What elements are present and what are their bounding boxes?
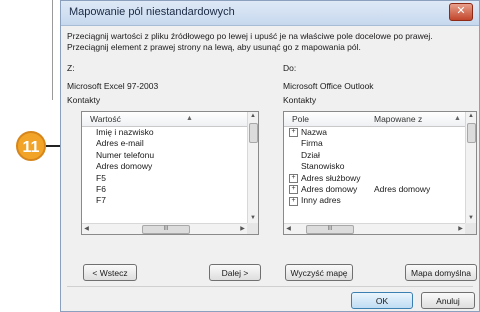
step-callout-badge: 11 [16,131,46,161]
source-list-item[interactable]: Adres e-mail [82,138,247,149]
target-field-name: Nazwa [301,127,327,137]
value-column-header[interactable]: Wartość [90,114,121,124]
target-list-item[interactable]: + Inny adres [284,195,465,206]
target-folder: Kontakty [283,95,317,105]
next-button[interactable]: Dalej > [209,264,261,281]
scroll-left-arrow-icon[interactable]: ◀ [82,224,91,234]
source-list-header: Wartość ▲ [82,112,258,127]
custom-field-mapping-dialog: Mapowanie pól niestandardowych ✕ Przecią… [60,0,480,312]
target-field-name: Stanowisko [301,161,345,172]
background-window-edge [0,0,53,100]
target-list-item[interactable]: + Nazwa [284,127,465,138]
horizontal-scroll-thumb[interactable]: III [142,225,190,234]
scroll-down-arrow-icon[interactable]: ▼ [466,214,476,223]
close-button[interactable]: ✕ [449,3,473,21]
footer-divider [67,286,473,287]
mapped-from-value: Adres domowy [374,183,431,194]
scroll-corner [247,223,258,234]
target-field-cell: + Adres służbowy [289,173,361,184]
scroll-left-arrow-icon[interactable]: ◀ [284,224,293,234]
source-list-item[interactable]: F7 [82,195,247,206]
source-item-label: Adres domowy [96,161,153,172]
source-vertical-scrollbar[interactable]: ▲ ▼ [247,112,258,223]
target-label: Do: [283,63,297,73]
target-field-name: Adres domowy [301,183,358,194]
target-app: Microsoft Office Outlook [283,81,374,91]
scroll-thumb[interactable] [249,123,258,143]
title-bar: Mapowanie pól niestandardowych ✕ [61,1,479,26]
default-map-button[interactable]: Mapa domyślna [405,264,477,281]
target-field-name: Dział [301,149,320,160]
scroll-thumb[interactable] [467,123,476,143]
source-label: Z: [67,63,75,73]
sort-ascending-icon: ▲ [186,115,193,122]
close-icon: ✕ [456,5,466,17]
target-horizontal-scrollbar[interactable]: ◀ III ▶ [284,223,465,234]
mapped-from-column-header[interactable]: Mapowane z [374,114,422,124]
source-item-label: F7 [96,195,106,206]
target-fields-list[interactable]: Pole Mapowane z ▲ + Nazwa Firma Dział Stanow… [283,111,477,235]
target-field-cell: Firma [301,138,323,149]
source-list-body: Imię i nazwisko Adres e-mail Numer telefon… [82,127,247,223]
scroll-up-arrow-icon[interactable]: ▲ [248,112,258,121]
target-field-cell: + Adres domowy [289,184,357,195]
expand-plus-icon[interactable]: + [289,196,298,206]
source-list-item[interactable]: Imię i nazwisko [82,127,247,138]
target-list-item[interactable]: Dział [284,150,465,161]
target-field-cell: Stanowisko [301,161,344,172]
scroll-right-arrow-icon[interactable]: ▶ [238,224,247,234]
horizontal-scroll-thumb[interactable]: III [306,225,354,234]
target-vertical-scrollbar[interactable]: ▲ ▼ [465,112,476,223]
target-field-name: Adres służbowy [301,172,361,183]
target-list-header: Pole Mapowane z ▲ [284,112,476,127]
callout-number: 11 [22,139,40,156]
clear-map-button[interactable]: Wyczyść mapę [285,264,353,281]
target-field-name: Inny adres [301,195,341,206]
source-values-list[interactable]: Wartość ▲ Imię i nazwisko Adres e-mail Num… [81,111,259,235]
scroll-down-arrow-icon[interactable]: ▼ [248,214,258,223]
field-column-header[interactable]: Pole [292,114,309,124]
source-list-item[interactable]: Numer telefonu [82,150,247,161]
target-list-item[interactable]: + Adres służbowy [284,173,465,184]
source-item-label: Imię i nazwisko [96,127,154,137]
ok-button[interactable]: OK [351,292,413,309]
target-field-name: Firma [301,138,323,149]
target-field-cell: Dział [301,150,320,161]
source-list-item[interactable]: F6 [82,184,247,195]
source-folder: Kontakty [67,95,101,105]
scroll-corner [465,223,476,234]
scroll-up-arrow-icon[interactable]: ▲ [466,112,476,121]
source-list-item[interactable]: F5 [82,173,247,184]
back-button[interactable]: < Wstecz [83,264,137,281]
target-list-item[interactable]: Firma [284,138,465,149]
source-item-label: F6 [96,183,106,194]
target-field-cell: + Inny adres [289,195,341,206]
expand-plus-icon[interactable]: + [289,185,298,195]
target-field-cell: + Nazwa [289,127,327,138]
expand-plus-icon[interactable]: + [289,173,298,183]
target-list-item[interactable]: + Adres domowy Adres domowy [284,184,465,195]
scroll-right-arrow-icon[interactable]: ▶ [456,224,465,234]
target-list-body: + Nazwa Firma Dział Stanowisko + Adres służbow… [284,127,465,223]
sort-ascending-icon: ▲ [454,115,461,122]
expand-plus-icon[interactable]: + [289,128,298,138]
source-item-label: Numer telefonu [96,149,155,160]
source-item-label: Adres e-mail [96,138,144,149]
source-item-label: F5 [96,172,106,183]
source-app: Microsoft Excel 97-2003 [67,81,159,91]
dialog-title: Mapowanie pól niestandardowych [69,6,235,18]
instruction-text: Przeciągnij wartości z pliku źródłowego … [67,31,433,52]
cancel-button[interactable]: Anuluj [421,292,475,309]
source-list-item[interactable]: Adres domowy [82,161,247,172]
source-horizontal-scrollbar[interactable]: ◀ III ▶ [82,223,247,234]
target-list-item[interactable]: Stanowisko [284,161,465,172]
